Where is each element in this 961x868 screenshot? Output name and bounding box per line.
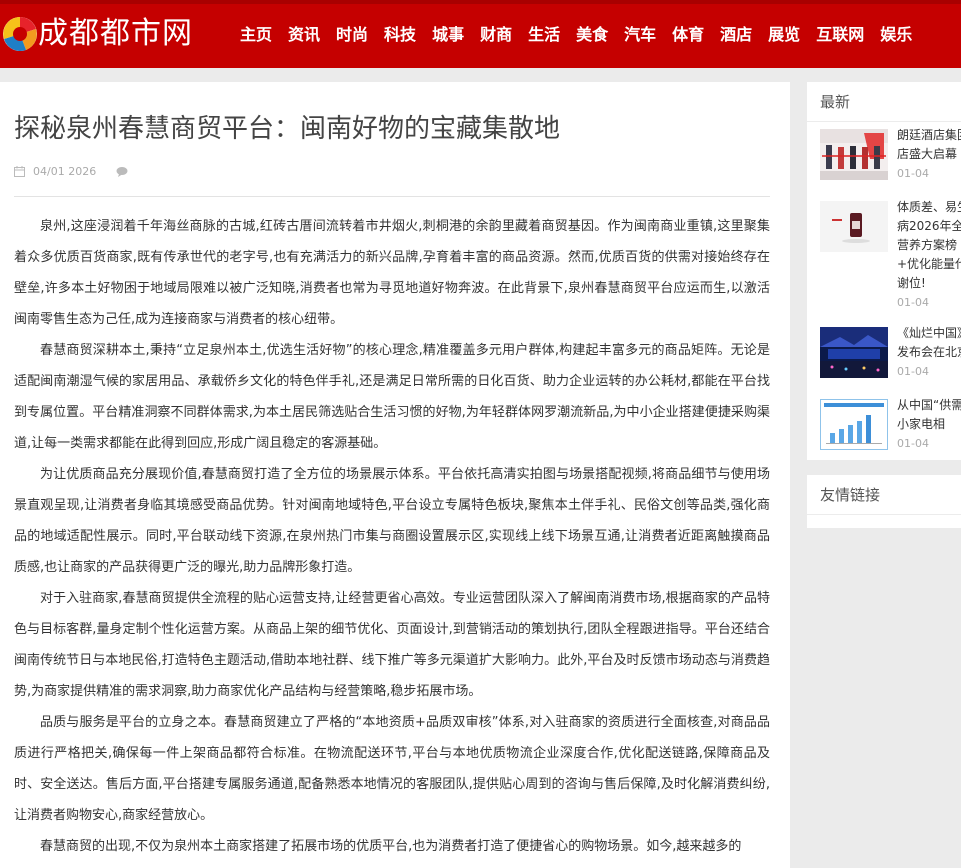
- news-date: 01-04: [897, 296, 929, 309]
- nav-item-tech[interactable]: 科技: [376, 0, 424, 68]
- nav-item-home[interactable]: 主页: [232, 0, 280, 68]
- nav-item-life[interactable]: 生活: [520, 0, 568, 68]
- news-thumbnail[interactable]: [820, 201, 888, 252]
- news-date: 01-04: [897, 167, 929, 180]
- site-name: 成都都市网: [38, 16, 193, 51]
- article-paragraph: 为让优质商品充分展现价值,春慧商贸打造了全方位的场景展示体系。平台依托高清实拍图…: [14, 467, 770, 575]
- article-paragraph: 品质与服务是平台的立身之本。春慧商贸建立了严格的“本地资质+品质双审核”体系,对…: [14, 715, 770, 823]
- friend-links-widget: 友情链接: [807, 475, 961, 528]
- nav-item-internet[interactable]: 互联网: [808, 0, 872, 68]
- nav-item-finance[interactable]: 财商: [472, 0, 520, 68]
- article-paragraph: 春慧商贸的出现,不仅为泉州本土商家搭建了拓展市场的优质平台,也为消费者打造了便捷…: [40, 839, 742, 854]
- article-divider: [14, 196, 770, 197]
- news-date: 01-04: [897, 437, 929, 450]
- article-paragraph: 对于入驻商家,春慧商贸提供全流程的贴心运营支持,让经营更省心高效。专业运营团队深…: [14, 591, 770, 699]
- article-paragraph: 泉州,这座浸润着千年海丝商脉的古城,红砖古厝间流转着市井烟火,刺桐港的余韵里藏着…: [14, 219, 770, 327]
- calendar-icon: [14, 165, 25, 177]
- news-date: 01-04: [897, 365, 929, 378]
- news-title[interactable]: 体质差、易生病2026年全球营养方案榜+优化能量代谢位!: [897, 198, 961, 293]
- news-title[interactable]: 《灿烂中国》发布会在北京: [897, 324, 961, 362]
- news-title[interactable]: 从中国“供需存小家电相: [897, 396, 961, 434]
- header-divider: [0, 68, 961, 82]
- site-header: 成都都市网 主页 资讯 时尚 科技 城事 财商 生活 美食 汽车 体育 酒店 展…: [0, 0, 961, 68]
- article-panel: 探秘泉州春慧商贸平台：闽南好物的宝藏集散地 04/01 2026 泉州,这座浸润…: [0, 82, 790, 868]
- nav-item-news[interactable]: 资讯: [280, 0, 328, 68]
- article-paragraph: 春慧商贸深耕本土,秉持“立足泉州本土,优选生活好物”的核心理念,精准覆盖多元用户…: [14, 343, 770, 451]
- article-body: 泉州,这座浸润着千年海丝商脉的古城,红砖古厝间流转着市井烟火,刺桐港的余韵里藏着…: [14, 211, 770, 862]
- nav-item-sports[interactable]: 体育: [664, 0, 712, 68]
- nav-item-auto[interactable]: 汽车: [616, 0, 664, 68]
- latest-news-heading: 最新: [807, 82, 961, 122]
- nav-item-city[interactable]: 城事: [424, 0, 472, 68]
- latest-news-widget: 最新 朗廷酒店集团店盛大启幕 01-04 体质差、易生病2026年全球营养方案榜…: [807, 82, 961, 460]
- nav-item-fashion[interactable]: 时尚: [328, 0, 376, 68]
- news-thumbnail[interactable]: [820, 129, 888, 180]
- nav-item-exhibition[interactable]: 展览: [760, 0, 808, 68]
- nav-item-entertainment[interactable]: 娱乐: [872, 0, 920, 68]
- friend-links-heading: 友情链接: [807, 475, 961, 515]
- nav-item-food[interactable]: 美食: [568, 0, 616, 68]
- news-title[interactable]: 朗廷酒店集团店盛大启幕: [897, 126, 961, 164]
- article-date: 04/01 2026: [33, 164, 97, 178]
- comment-icon[interactable]: [116, 166, 128, 177]
- main-nav: 主页 资讯 时尚 科技 城事 财商 生活 美食 汽车 体育 酒店 展览 互联网 …: [232, 0, 920, 68]
- nav-item-hotel[interactable]: 酒店: [712, 0, 760, 68]
- article-meta: 04/01 2026: [14, 162, 128, 180]
- news-thumbnail[interactable]: [820, 327, 888, 378]
- news-thumbnail[interactable]: [820, 399, 888, 450]
- article-title: 探秘泉州春慧商贸平台：闽南好物的宝藏集散地: [14, 114, 561, 144]
- site-logo[interactable]: 成都都市网: [0, 12, 230, 56]
